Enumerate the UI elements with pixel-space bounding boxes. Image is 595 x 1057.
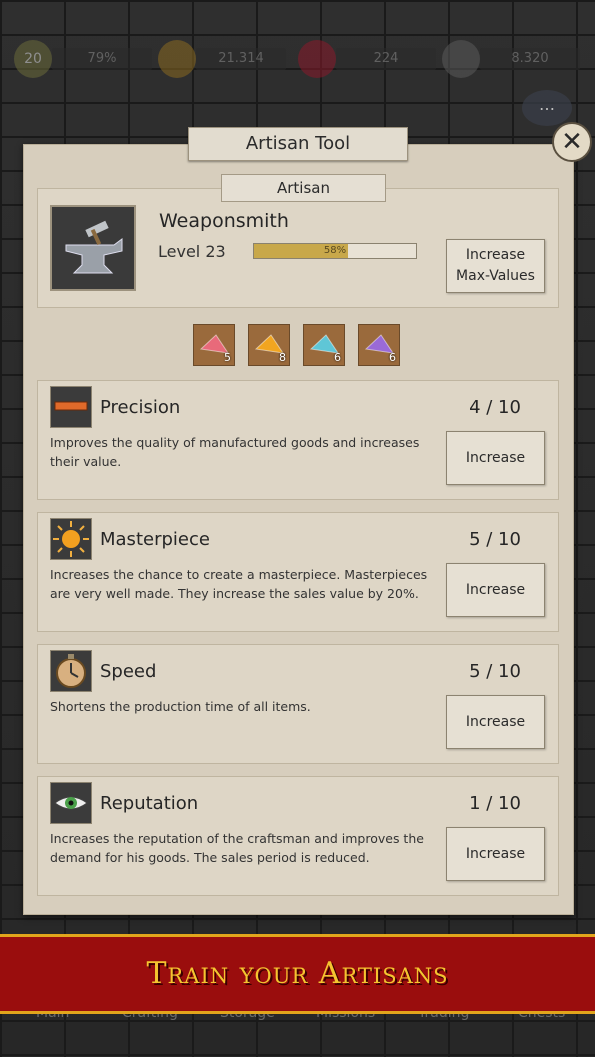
dialog-title: Artisan Tool	[188, 127, 408, 161]
coin-icon	[442, 40, 480, 78]
ruby-value: 224	[373, 51, 399, 66]
skill-count: 4 / 10	[469, 397, 521, 418]
eye-icon	[50, 782, 92, 824]
increase-label: Increase	[465, 846, 526, 862]
status-bar: 20 79% 21.314 224 8.320	[0, 40, 595, 84]
gem-slot: 8	[248, 324, 290, 366]
skill-title: Masterpiece	[100, 529, 210, 550]
artisan-level: Level 23	[158, 242, 226, 261]
increase-speed-button[interactable]: Increase	[446, 695, 545, 749]
skill-title: Precision	[100, 397, 181, 418]
skill-description: Shortens the production time of all item…	[50, 699, 311, 714]
gold-value: 21.314	[218, 51, 264, 66]
skill-title: Speed	[100, 661, 157, 682]
increase-label: Increase	[465, 714, 526, 730]
increase-masterpiece-button[interactable]: Increase	[446, 563, 545, 617]
sun-icon	[50, 518, 92, 560]
level-value: 20	[24, 51, 42, 67]
artisan-name: Weaponsmith	[159, 210, 289, 232]
gold-icon	[158, 40, 196, 78]
gem-count: 8	[279, 351, 286, 364]
skill-description: Improves the quality of manufactured goo…	[50, 435, 420, 469]
close-button[interactable]: ✕	[552, 122, 592, 162]
coin-counter: 8.320	[480, 48, 580, 70]
level-progress-text: 58%	[323, 245, 347, 256]
gem-count: 6	[334, 351, 341, 364]
stopwatch-icon	[50, 650, 92, 692]
ruler-icon	[50, 386, 92, 428]
increase-label: Increase	[465, 450, 526, 466]
skill-description: Increases the reputation of the craftsma…	[50, 831, 424, 865]
increase-label: Increase	[465, 582, 526, 598]
promo-banner: Train your Artisans	[0, 934, 595, 1014]
level-badge: 20	[14, 40, 52, 78]
gem-count: 6	[389, 351, 396, 364]
increase-max-values-label: Increase Max-Values	[456, 247, 535, 284]
level-progress-bar: 58%	[253, 243, 417, 259]
coin-value: 8.320	[511, 51, 549, 66]
skill-title: Reputation	[100, 793, 199, 814]
increase-max-values-button[interactable]: Increase Max-Values	[446, 239, 545, 293]
ruby-icon	[298, 40, 336, 78]
gem-count: 5	[224, 351, 231, 364]
increase-reputation-button[interactable]: Increase	[446, 827, 545, 881]
xp-progress: 79%	[52, 48, 152, 70]
gem-slot: 6	[303, 324, 345, 366]
xp-progress-text: 79%	[87, 51, 117, 66]
chat-bubble-icon[interactable]: …	[522, 90, 572, 126]
skill-count: 5 / 10	[469, 529, 521, 550]
increase-precision-button[interactable]: Increase	[446, 431, 545, 485]
skill-description: Increases the chance to create a masterp…	[50, 567, 428, 601]
skill-count: 1 / 10	[469, 793, 521, 814]
gem-slot: 6	[358, 324, 400, 366]
gold-counter: 21.314	[196, 48, 286, 70]
gem-slot: 5	[193, 324, 235, 366]
ruby-counter: 224	[336, 48, 436, 70]
artisan-section-label: Artisan	[221, 174, 386, 202]
skill-count: 5 / 10	[469, 661, 521, 682]
anvil-icon	[50, 205, 136, 291]
